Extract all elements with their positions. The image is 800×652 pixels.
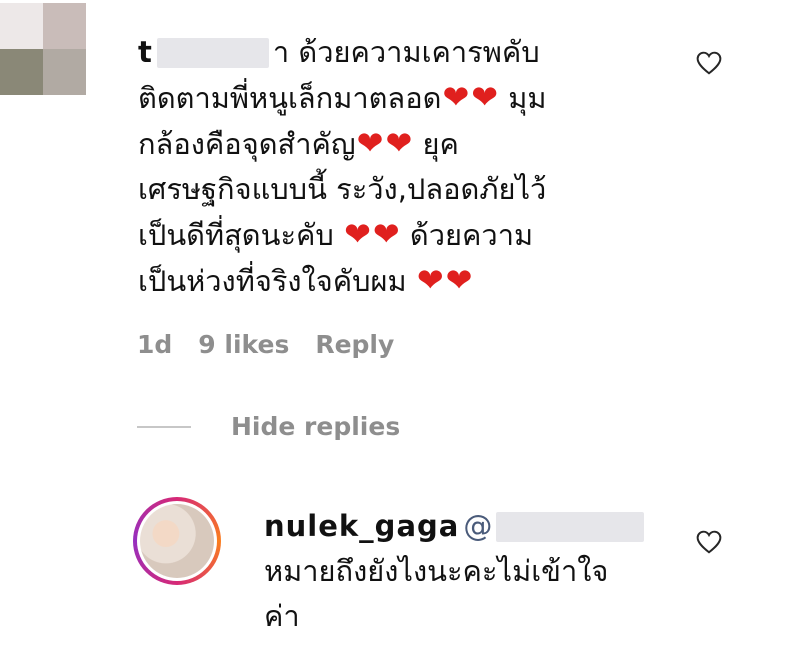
comment-line-5: เป็นดีที่สุดนะคับ ❤❤ ด้วยความ — [138, 215, 534, 253]
hide-replies-toggle[interactable]: Hide replies — [137, 412, 400, 441]
heart-emoji: ❤ — [442, 78, 470, 116]
comment-username-tail: า — [272, 35, 290, 69]
redacted-username — [156, 38, 269, 68]
comment-line-4: เศรษฐกิจแบบนี้ ระวัง,ปลอดภัยไว้ — [138, 172, 547, 206]
hide-replies-label: Hide replies — [231, 412, 401, 441]
heart-emoji: ❤ — [344, 215, 371, 253]
comment-line-3: กล้องคือจุดสำคัญ❤❤ ยุค — [138, 124, 459, 162]
heart-emoji: ❤ — [471, 78, 499, 116]
comment-text: tา ด้วยความเคารพคับ ติดตามพี่หนูเล็กมาตล… — [138, 30, 658, 304]
comment-time: 1d — [137, 330, 173, 359]
like-comment-icon — [696, 51, 722, 75]
comment-username[interactable]: t — [138, 35, 153, 69]
comment-meta: 1d 9 likes Reply — [137, 330, 394, 359]
comment-likes[interactable]: 9 likes — [198, 330, 289, 359]
heart-emoji: ❤ — [356, 124, 384, 162]
heart-outline-icon[interactable] — [696, 51, 722, 75]
reply-avatar[interactable] — [133, 497, 221, 585]
heart-emoji: ❤ — [385, 124, 413, 162]
divider-line — [137, 425, 191, 428]
commenter-avatar[interactable] — [0, 3, 86, 95]
mention-prefix[interactable]: @ — [463, 509, 492, 543]
redacted-mention — [496, 512, 645, 542]
heart-emoji: ❤ — [372, 215, 400, 253]
heart-emoji: ❤ — [416, 261, 444, 299]
like-reply-icon — [696, 530, 722, 554]
avatar-photo — [140, 504, 214, 578]
heart-outline-icon[interactable] — [696, 530, 722, 554]
reply-button[interactable]: Reply — [315, 330, 394, 359]
heart-emoji: ❤ — [445, 261, 473, 299]
reply-line-1: nulek_gaga @ — [264, 504, 684, 549]
comment-line-2: ติดตามพี่หนูเล็กมาตลอด❤❤ มุม — [138, 78, 547, 116]
comment-line-6: เป็นห่วงที่จริงใจคับผม ❤❤ — [138, 261, 473, 299]
reply-text: nulek_gaga @ หมายถึงยังไงนะคะไม่เข้าใจ ค่… — [264, 504, 684, 639]
reply-username[interactable]: nulek_gaga — [264, 509, 459, 543]
comment-line-1: tา ด้วยความเคารพคับ — [138, 35, 540, 69]
reply-line-3: ค่า — [264, 599, 300, 633]
reply-line-2: หมายถึงยังไงนะคะไม่เข้าใจ — [264, 554, 609, 588]
